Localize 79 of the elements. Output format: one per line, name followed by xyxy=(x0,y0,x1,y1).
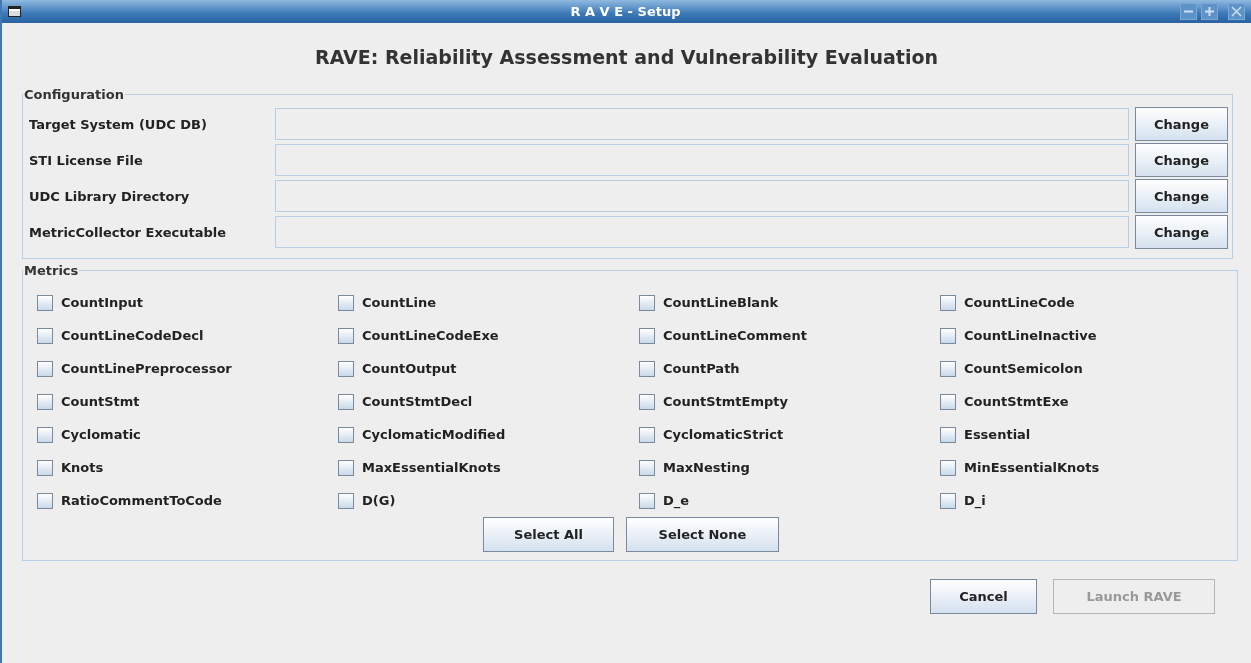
checkbox[interactable] xyxy=(940,459,956,476)
checkbox[interactable] xyxy=(940,426,956,443)
checkbox[interactable] xyxy=(639,426,655,443)
select-all-button[interactable]: Select All xyxy=(483,517,614,552)
metric-label: CountLine xyxy=(362,295,436,310)
change-button[interactable]: Change xyxy=(1135,107,1228,141)
metric-label: CountSemicolon xyxy=(964,361,1083,376)
path-field[interactable] xyxy=(275,108,1129,140)
metric-label: CountLineCode xyxy=(964,295,1075,310)
checkbox[interactable] xyxy=(639,327,655,344)
window-menu-icon[interactable] xyxy=(8,6,21,17)
checkbox[interactable] xyxy=(639,459,655,476)
checkbox[interactable] xyxy=(338,393,354,410)
checkbox[interactable] xyxy=(940,294,956,311)
metric-label: Knots xyxy=(61,460,104,475)
checkbox[interactable] xyxy=(37,426,53,443)
path-field[interactable] xyxy=(275,180,1129,212)
metric-label: CountStmtDecl xyxy=(362,394,473,409)
select-none-button[interactable]: Select None xyxy=(626,517,779,552)
checkbox[interactable] xyxy=(338,492,354,509)
metric-label: Essential xyxy=(964,427,1031,442)
checkbox[interactable] xyxy=(940,360,956,377)
field-label: MetricCollector Executable xyxy=(29,224,228,240)
panel-legend: Metrics xyxy=(23,263,80,278)
panel-legend: Configuration xyxy=(23,87,125,102)
metric-label: CountLinePreprocessor xyxy=(61,361,232,376)
checkbox[interactable] xyxy=(639,492,655,509)
metric-label: MinEssentialKnots xyxy=(964,460,1100,475)
close-icon[interactable] xyxy=(1228,3,1245,20)
metric-label: CountLineCodeDecl xyxy=(61,328,204,343)
metric-label: D_i xyxy=(964,493,986,508)
checkbox[interactable] xyxy=(940,492,956,509)
change-button[interactable]: Change xyxy=(1135,179,1228,213)
checkbox[interactable] xyxy=(639,360,655,377)
path-field[interactable] xyxy=(275,216,1129,248)
metric-label: CountLineInactive xyxy=(964,328,1097,343)
metric-label: Cyclomatic xyxy=(61,427,141,442)
field-label: UDC Library Directory xyxy=(29,188,191,204)
checkbox[interactable] xyxy=(940,327,956,344)
metric-label: CyclomaticModified xyxy=(362,427,506,442)
field-label: Target System (UDC DB) xyxy=(29,116,208,132)
checkbox[interactable] xyxy=(37,360,53,377)
window-title: R A V E - Setup xyxy=(569,4,682,19)
checkbox[interactable] xyxy=(338,426,354,443)
field-label: STI License File xyxy=(29,152,144,168)
checkbox[interactable] xyxy=(338,459,354,476)
metric-label: CountOutput xyxy=(362,361,457,376)
metric-label: CountLineCodeExe xyxy=(362,328,499,343)
change-button[interactable]: Change xyxy=(1135,215,1228,249)
minimize-icon[interactable] xyxy=(1180,3,1197,20)
checkbox[interactable] xyxy=(37,393,53,410)
maximize-icon[interactable] xyxy=(1201,3,1218,20)
checkbox[interactable] xyxy=(639,393,655,410)
checkbox[interactable] xyxy=(37,294,53,311)
path-field[interactable] xyxy=(275,144,1129,176)
metric-label: MaxNesting xyxy=(663,460,750,475)
metric-label: CountPath xyxy=(663,361,740,376)
metric-label: CountInput xyxy=(61,295,144,310)
metric-label: D(G) xyxy=(362,493,396,508)
checkbox[interactable] xyxy=(639,294,655,311)
checkbox[interactable] xyxy=(338,294,354,311)
metric-label: D_e xyxy=(663,493,690,508)
checkbox[interactable] xyxy=(338,360,354,377)
metric-label: CountStmtExe xyxy=(964,394,1069,409)
checkbox[interactable] xyxy=(940,393,956,410)
metric-label: CountLineComment xyxy=(663,328,807,343)
metric-label: CyclomaticStrict xyxy=(663,427,784,442)
metric-label: RatioCommentToCode xyxy=(61,493,222,508)
checkbox[interactable] xyxy=(37,492,53,509)
checkbox[interactable] xyxy=(37,459,53,476)
checkbox[interactable] xyxy=(338,327,354,344)
metric-label: CountStmtEmpty xyxy=(663,394,788,409)
change-button[interactable]: Change xyxy=(1135,143,1228,177)
metric-label: CountStmt xyxy=(61,394,140,409)
metric-label: MaxEssentialKnots xyxy=(362,460,501,475)
cancel-button[interactable]: Cancel xyxy=(930,579,1037,614)
checkbox[interactable] xyxy=(37,327,53,344)
metric-label: CountLineBlank xyxy=(663,295,779,310)
app-heading: RAVE: Reliability Assessment and Vulnerability Evaluation xyxy=(314,46,939,68)
